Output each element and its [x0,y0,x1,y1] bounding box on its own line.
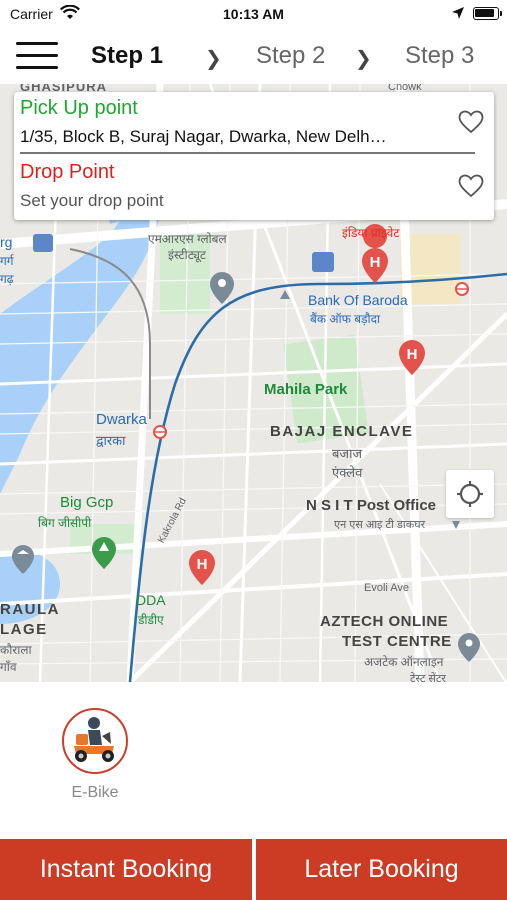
step-2-tab[interactable]: Step 2 [256,42,325,70]
map-label: बैंक ऑफ बड़ौदा [310,312,381,326]
map-label: TEST CENTRE [342,633,452,650]
drop-address-field[interactable]: Set your drop point [20,191,164,211]
svg-text:H: H [407,346,418,363]
favorite-drop-heart-icon[interactable] [458,174,484,198]
later-booking-button[interactable]: Later Booking [256,839,507,900]
pickup-divider [20,152,475,154]
drop-label: Drop Point [20,161,115,183]
map-label: इंडिया प्राइवेट [342,226,400,240]
map-label: अजटेक ऑनलाइन [364,655,444,669]
map-label: बजाज [332,446,363,461]
map-label: Evoli Ave [364,582,410,594]
svg-text:H: H [197,556,208,573]
svg-text:H: H [370,254,381,271]
map-label: DDA [136,592,166,608]
scooter-rider-icon [74,717,114,762]
menu-icon[interactable] [16,42,58,70]
map-label: इंस्टीट्यूट [168,248,206,262]
map-label: Bank Of Baroda [308,292,408,308]
map-label: बिग जीसीपी [38,516,92,530]
status-bar: Carrier 10:13 AM [0,0,507,28]
map-label: N S I T Post Office [306,497,437,514]
pickup-address-field[interactable]: 1/35, Block B, Suraj Nagar, Dwarka, New … [20,127,440,147]
map-label: टेस्ट सेंटर [410,673,446,682]
map-label: डीडीए [138,613,164,627]
map-label: Big Gcp [60,494,114,511]
crosshair-icon [457,481,483,507]
step-3-tab[interactable]: Step 3 [405,42,474,70]
chevron-right-icon: ❯ [205,48,222,70]
map-label: Mahila Park [264,381,348,398]
step-header: Step 1 ❯ Step 2 ❯ Step 3 [0,28,507,84]
pickup-label: Pick Up point [20,97,138,119]
location-arrow-icon [452,7,464,19]
map-label: द्वारका [96,433,126,448]
map-label: RAULA [0,601,60,618]
map-label: Dwarka [96,411,147,428]
map-label: कौराला [0,643,32,657]
instant-booking-button[interactable]: Instant Booking [0,839,252,900]
ebike-icon-frame [62,708,128,774]
step-1-tab[interactable]: Step 1 [91,42,163,70]
favorite-pickup-heart-icon[interactable] [458,110,484,134]
map-label: गाँव [0,660,17,674]
map-label: rg [0,234,13,250]
map-label: गर्ग [0,254,14,268]
map-label: एन एस आइ टी डाकघर [334,519,426,531]
clock: 10:13 AM [223,6,284,22]
locate-me-button[interactable] [446,470,494,518]
chevron-right-icon: ❯ [355,48,372,70]
map-label: LAGE [0,621,48,638]
vehicle-label: E-Bike [71,784,119,801]
address-card: Pick Up point 1/35, Block B, Suraj Nagar… [14,92,494,220]
vehicle-option-ebike[interactable]: E-Bike [58,706,132,806]
map-label: एमआरएस ग्लोबल [148,232,227,246]
map-label: एंक्लेव [332,465,363,480]
map-label: AZTECH ONLINE [320,613,449,630]
map-label: गढ़ [0,272,14,286]
map-label: BAJAJ ENCLAVE [270,423,414,440]
battery-icon [473,7,502,20]
